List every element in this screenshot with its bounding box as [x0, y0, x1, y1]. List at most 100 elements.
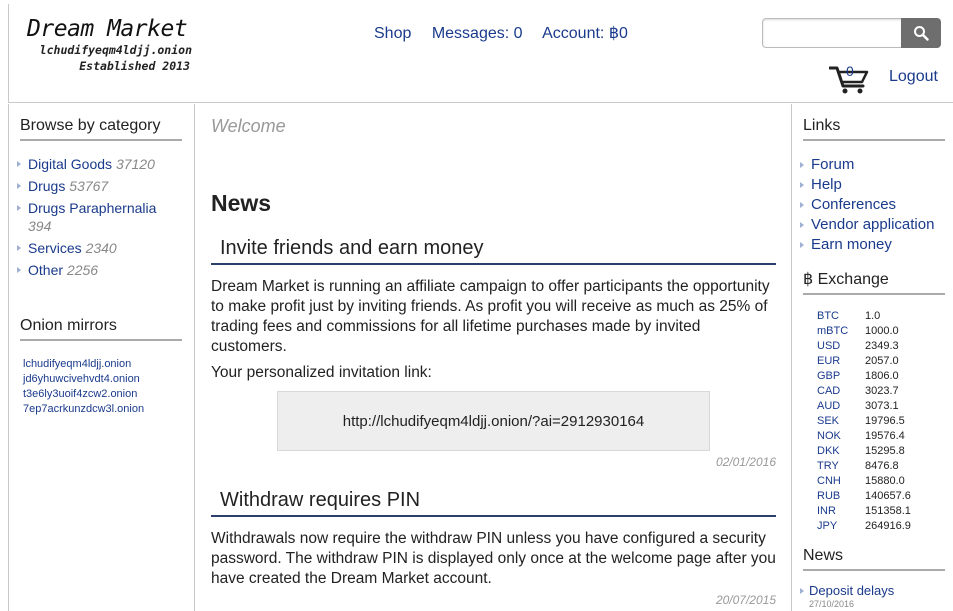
exchange-rate: 3023.7 [865, 385, 899, 397]
category-item[interactable]: Drugs 53767 [17, 177, 182, 195]
article-body: Withdrawals now require the withdraw PIN… [211, 530, 776, 587]
exchange-row: CNH 15880.0 [817, 474, 911, 489]
exchange-rate: 2349.3 [865, 340, 899, 352]
exchange-currency: SEK [817, 415, 840, 427]
link-label[interactable]: Help [811, 176, 842, 193]
site-logo[interactable]: Dream Market lchudifyeqm4ldjj.onion Esta… [27, 16, 192, 74]
link-item-conferences[interactable]: Conferences [800, 195, 953, 215]
link-label[interactable]: Forum [811, 156, 854, 173]
news-article: Withdraw requires PIN Withdrawals now re… [211, 489, 776, 607]
exchange-currency: RUB [817, 490, 841, 502]
links-list: Forum Help Conferences Vendor applicatio… [800, 155, 953, 255]
mirror-list: lchudifyeqm4ldjj.onion jd6yhuwcivehvdt4.… [23, 357, 194, 417]
search-icon [914, 26, 929, 41]
exchange-rate: 264916.9 [865, 520, 911, 532]
side-news-heading: News [803, 547, 945, 571]
right-sidebar: Links Forum Help Conferences Vendor appl… [791, 104, 953, 611]
exchange-currency: EUR [817, 355, 841, 367]
cart-count[interactable]: 0 [846, 63, 854, 79]
welcome-title: Welcome [211, 116, 286, 136]
exchange-row: GBP 1806.0 [817, 369, 911, 384]
category-item[interactable]: Other 2256 [17, 261, 182, 279]
invite-link-box[interactable]: http://lchudifyeqm4ldjj.onion/?ai=291293… [277, 391, 710, 451]
exchange-currency: BTC [817, 310, 839, 322]
article-date: 20/07/2015 [715, 593, 776, 607]
logo-title: Dream Market [27, 16, 188, 42]
exchange-row: EUR 2057.0 [817, 354, 911, 369]
exchange-currency: JPY [817, 520, 838, 532]
links-heading: Links [803, 117, 945, 141]
browse-heading: Browse by category [20, 117, 182, 141]
exchange-row: SEK 19796.5 [817, 414, 911, 429]
news-heading: News [211, 190, 272, 216]
exchange-row: CAD 3023.7 [817, 384, 911, 399]
article-date: 02/01/2016 [715, 455, 776, 469]
side-news-date: 27/10/2016 [809, 599, 855, 609]
exchange-rate: 3073.1 [865, 400, 899, 412]
category-label[interactable]: Services [28, 240, 82, 256]
search-input[interactable] [762, 18, 902, 48]
exchange-row: BTC 1.0 [817, 309, 911, 324]
category-label[interactable]: Other [28, 262, 63, 278]
link-item-earn-money[interactable]: Earn money [800, 235, 953, 255]
nav-messages-link[interactable]: Messages: 0 [432, 25, 523, 42]
news-article: Invite friends and earn money Dream Mark… [211, 237, 776, 469]
exchange-currency: INR [817, 505, 836, 517]
category-item[interactable]: Drugs Paraphernalia 394 [17, 199, 182, 235]
mirror-link[interactable]: jd6yhuwcivehvdt4.onion [23, 372, 194, 387]
category-label[interactable]: Drugs [28, 178, 65, 194]
site-header: Dream Market lchudifyeqm4ldjj.onion Esta… [8, 4, 953, 103]
exchange-row: mBTC 1000.0 [817, 324, 911, 339]
side-news-item[interactable]: Deposit delays [800, 583, 953, 599]
exchange-currency: USD [817, 340, 841, 352]
link-label[interactable]: Earn money [811, 236, 892, 253]
link-item-vendor-application[interactable]: Vendor application [800, 215, 953, 235]
exchange-table: BTC 1.0 mBTC 1000.0 USD 2349.3 EUR 2057.0 GBP 180… [817, 309, 911, 534]
exchange-currency: DKK [817, 445, 840, 457]
logout-link[interactable]: Logout [889, 68, 938, 86]
exchange-rate: 140657.6 [865, 490, 911, 502]
exchange-heading: ฿ Exchange [803, 269, 945, 295]
exchange-row: INR 151358.1 [817, 504, 911, 519]
exchange-currency: mBTC [817, 325, 849, 337]
category-item[interactable]: Digital Goods 37120 [17, 155, 182, 173]
category-count: 2340 [85, 240, 117, 256]
top-nav: Shop Messages: 0 Account: ฿0 [374, 23, 644, 43]
exchange-rate: 1.0 [865, 310, 881, 322]
exchange-rate: 19796.5 [865, 415, 905, 427]
mirror-link[interactable]: 7ep7acrkunzdcw3l.onion [23, 402, 194, 417]
exchange-currency: CAD [817, 385, 841, 397]
side-news-title[interactable]: Deposit delays [809, 583, 894, 598]
exchange-rate: 8476.8 [865, 460, 899, 472]
link-item-help[interactable]: Help [800, 175, 953, 195]
category-item[interactable]: Services 2340 [17, 239, 182, 257]
link-item-forum[interactable]: Forum [800, 155, 953, 175]
link-label[interactable]: Conferences [811, 196, 896, 213]
category-count: 37120 [115, 156, 155, 172]
nav-account-link[interactable]: Account: ฿0 [542, 25, 628, 42]
category-count: 53767 [69, 178, 109, 194]
exchange-currency: CNH [817, 475, 841, 487]
mirror-link[interactable]: t3e6ly3uoif4zcw2.onion [23, 387, 194, 402]
mirror-link[interactable]: lchudifyeqm4ldjj.onion [23, 357, 194, 372]
link-label[interactable]: Vendor application [811, 216, 934, 233]
mirrors-heading: Onion mirrors [20, 317, 182, 341]
search-button[interactable] [901, 18, 941, 48]
main-content: Welcome News Invite friends and earn mon… [196, 104, 791, 611]
article-title: Withdraw requires PIN [211, 489, 776, 517]
logo-established: Established 2013 [79, 59, 190, 73]
exchange-currency: NOK [817, 430, 841, 442]
exchange-rate: 1806.0 [865, 370, 899, 382]
exchange-rate: 15295.8 [865, 445, 905, 457]
category-count: 394 [28, 218, 52, 234]
logo-onion-address: lchudifyeqm4ldjj.onion [39, 43, 192, 57]
exchange-row: DKK 15295.8 [817, 444, 911, 459]
exchange-row: NOK 19576.4 [817, 429, 911, 444]
exchange-row: RUB 140657.6 [817, 489, 911, 504]
category-list: Digital Goods 37120 Drugs 53767 Drugs Pa… [17, 155, 194, 279]
category-label[interactable]: Digital Goods [28, 156, 112, 172]
exchange-rate: 15880.0 [865, 475, 905, 487]
nav-shop-link[interactable]: Shop [374, 25, 411, 42]
category-label[interactable]: Drugs Paraphernalia [28, 200, 156, 216]
exchange-currency: GBP [817, 370, 841, 382]
